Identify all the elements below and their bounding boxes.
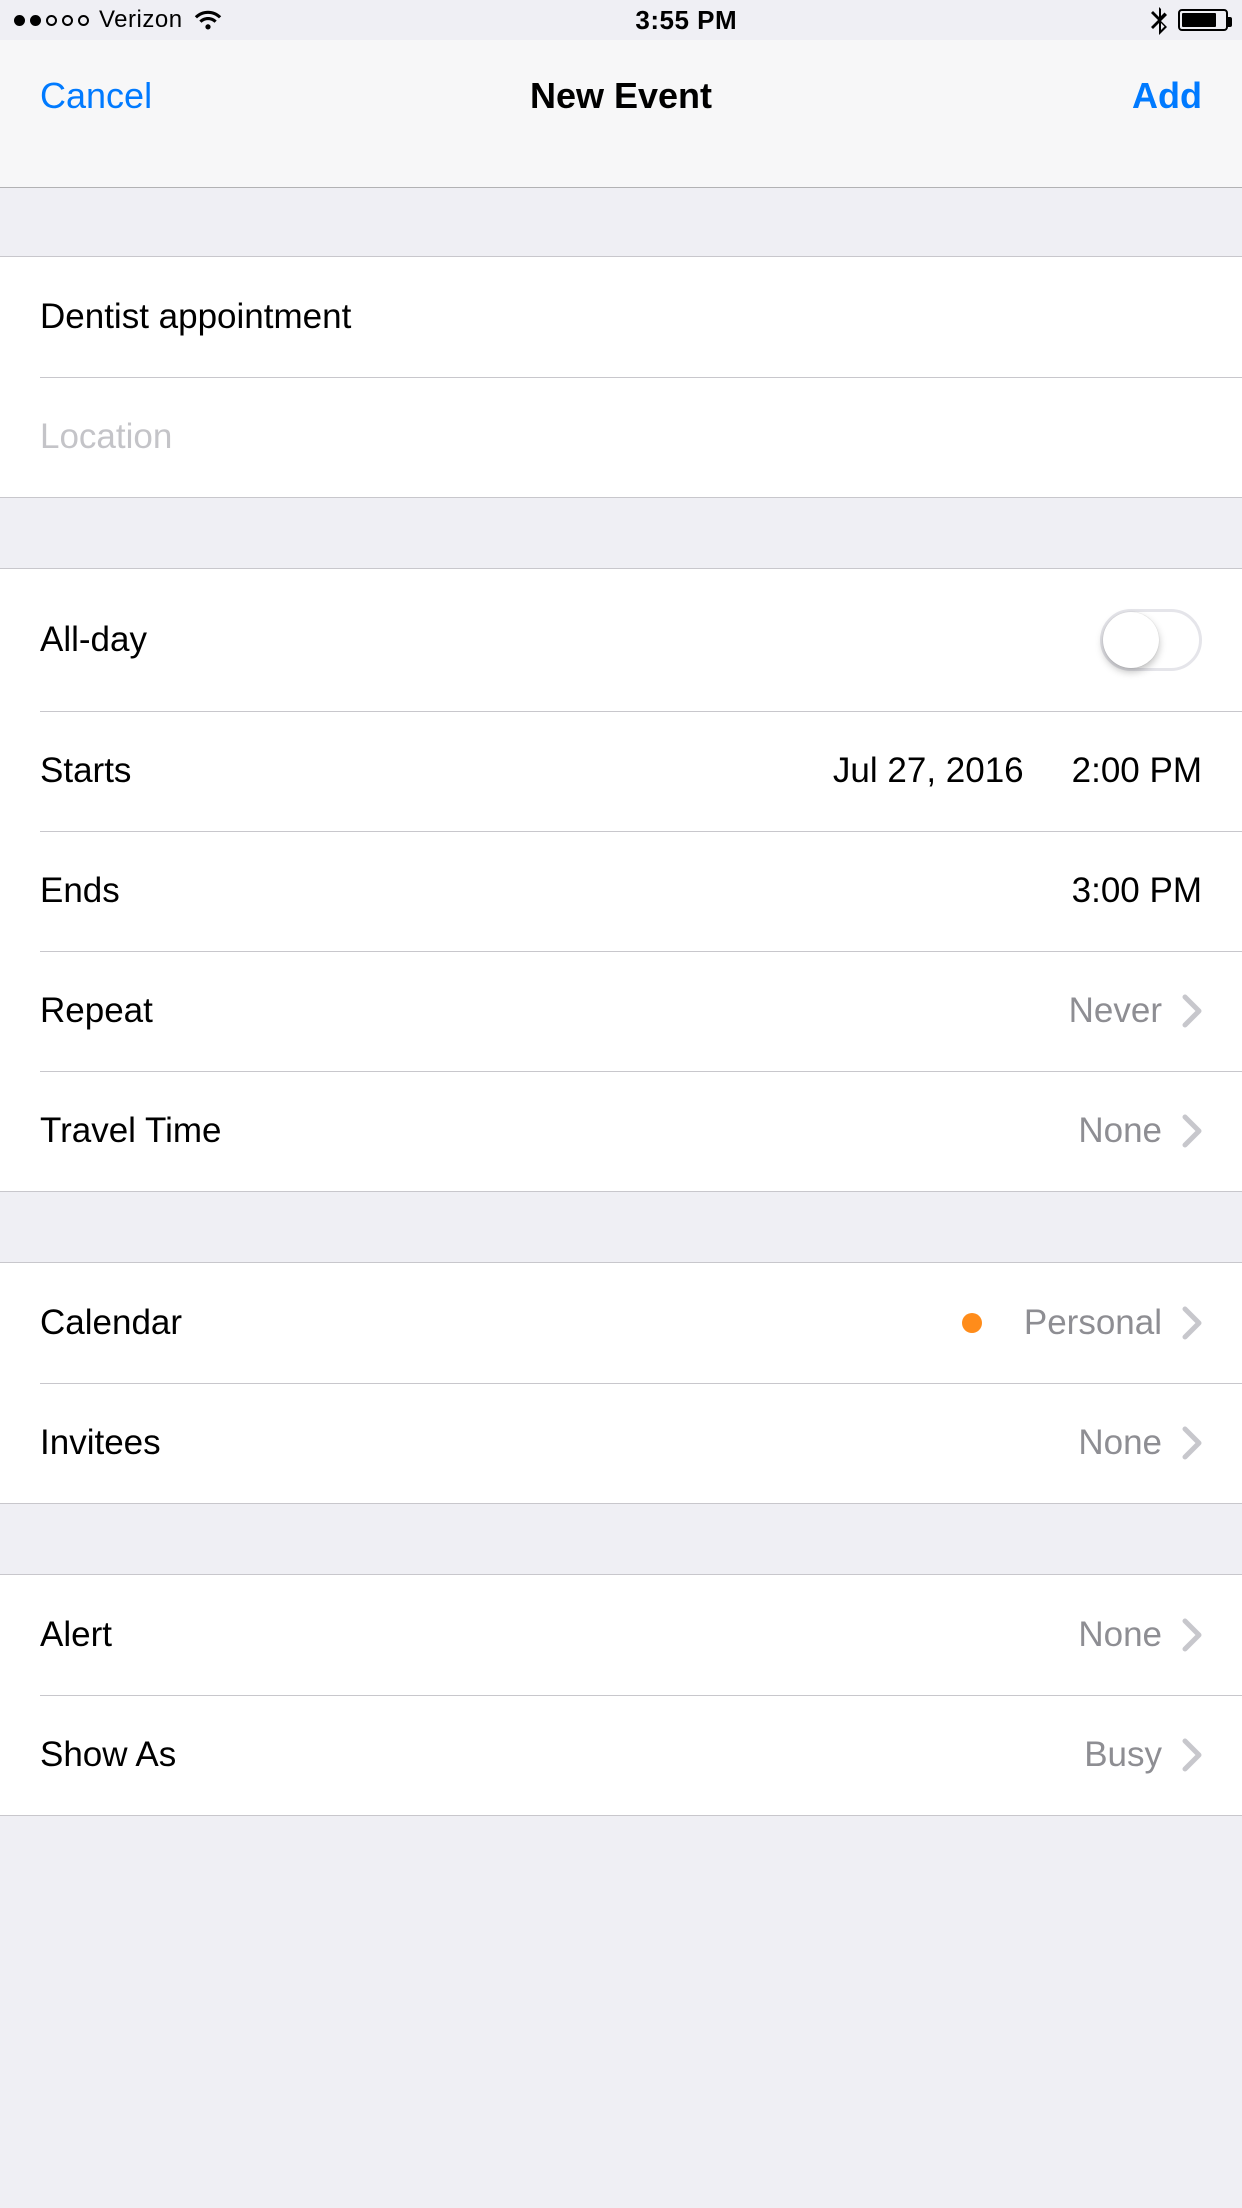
ends-row[interactable]: Ends 3:00 PM: [0, 831, 1242, 951]
repeat-value: Never: [1069, 991, 1162, 1031]
alert-value: None: [1078, 1615, 1162, 1655]
alert-label: Alert: [40, 1615, 112, 1655]
nav-bar: Cancel New Event Add: [0, 40, 1242, 188]
ends-label: Ends: [40, 871, 120, 911]
invitees-label: Invitees: [40, 1423, 161, 1463]
ends-time-value: 3:00 PM: [1072, 871, 1202, 911]
event-title-input[interactable]: [40, 297, 1202, 337]
status-bar: Verizon 3:55 PM: [0, 0, 1242, 40]
wifi-icon: [193, 8, 223, 32]
chevron-right-icon: [1182, 1114, 1202, 1148]
chevron-right-icon: [1182, 1306, 1202, 1340]
add-button[interactable]: Add: [1132, 75, 1202, 117]
starts-row[interactable]: Starts Jul 27, 2016 2:00 PM: [0, 711, 1242, 831]
starts-label: Starts: [40, 751, 131, 791]
all-day-label: All-day: [40, 620, 147, 660]
event-location-cell[interactable]: [0, 377, 1242, 497]
chevron-right-icon: [1182, 1618, 1202, 1652]
chevron-right-icon: [1182, 1738, 1202, 1772]
repeat-row[interactable]: Repeat Never: [0, 951, 1242, 1071]
all-day-toggle[interactable]: [1100, 609, 1202, 671]
calendar-row[interactable]: Calendar Personal: [0, 1263, 1242, 1383]
travel-time-row[interactable]: Travel Time None: [0, 1071, 1242, 1191]
title-location-group: [0, 256, 1242, 498]
calendar-value: Personal: [1024, 1303, 1162, 1343]
status-right: [1150, 5, 1228, 35]
time-group: All-day Starts Jul 27, 2016 2:00 PM Ends…: [0, 568, 1242, 1192]
show-as-row[interactable]: Show As Busy: [0, 1695, 1242, 1815]
invitees-row[interactable]: Invitees None: [0, 1383, 1242, 1503]
battery-icon: [1178, 9, 1228, 31]
carrier-label: Verizon: [99, 6, 183, 34]
chevron-right-icon: [1182, 994, 1202, 1028]
all-day-row: All-day: [0, 569, 1242, 711]
calendar-color-dot: [962, 1313, 982, 1333]
alert-row[interactable]: Alert None: [0, 1575, 1242, 1695]
status-left: Verizon: [14, 6, 223, 34]
starts-date-value: Jul 27, 2016: [833, 751, 1024, 791]
repeat-label: Repeat: [40, 991, 153, 1031]
show-as-value: Busy: [1084, 1735, 1162, 1775]
travel-time-label: Travel Time: [40, 1111, 222, 1151]
cancel-button[interactable]: Cancel: [40, 75, 152, 117]
alert-group: Alert None Show As Busy: [0, 1574, 1242, 1816]
show-as-label: Show As: [40, 1735, 176, 1775]
travel-time-value: None: [1078, 1111, 1162, 1151]
invitees-value: None: [1078, 1423, 1162, 1463]
calendar-group: Calendar Personal Invitees None: [0, 1262, 1242, 1504]
bluetooth-icon: [1150, 5, 1168, 35]
starts-time-value: 2:00 PM: [1072, 751, 1202, 791]
chevron-right-icon: [1182, 1426, 1202, 1460]
page-title: New Event: [530, 75, 712, 117]
event-location-input[interactable]: [40, 417, 1202, 457]
calendar-label: Calendar: [40, 1303, 182, 1343]
signal-strength-icon: [14, 15, 89, 26]
status-time: 3:55 PM: [635, 5, 737, 36]
event-title-cell[interactable]: [0, 257, 1242, 377]
